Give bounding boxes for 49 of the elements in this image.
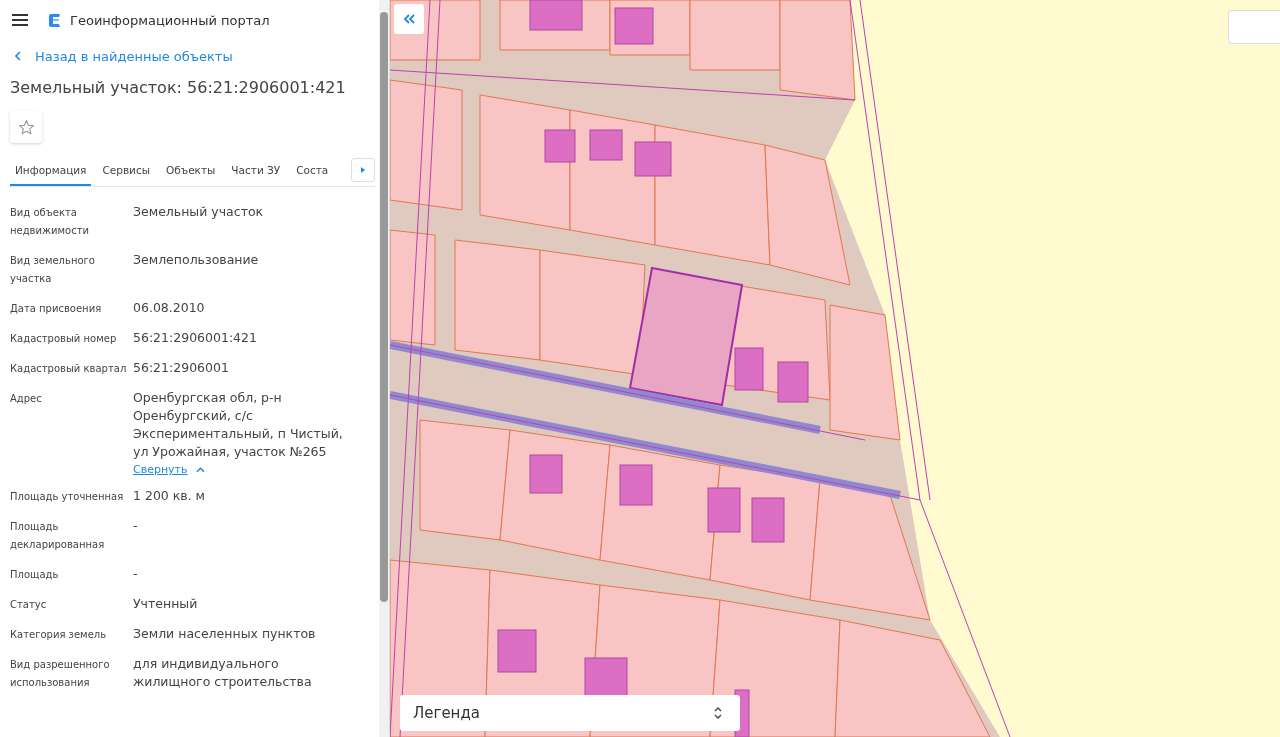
field-value: для индивидуального жилищного строительства [133, 655, 313, 691]
field-value: 56:21:2906001 [133, 359, 229, 377]
field-value: Учтенный [133, 595, 198, 613]
field-label: Категория земель [10, 628, 108, 642]
field-value: Оренбургская обл, р-н Оренбургский, с/с Экспериментальный, п Чистый, ул Урожайная, участок №265 [133, 389, 344, 461]
field-value: 06.08.2010 [133, 299, 205, 317]
field-label: Площадь уточненная [10, 490, 125, 504]
favorite-button[interactable] [10, 111, 42, 143]
field-label: Адрес [10, 392, 43, 406]
field-value: Земельный участок [133, 203, 264, 221]
collapse-link[interactable]: Свернуть [133, 463, 205, 476]
chevron-up-icon [195, 466, 205, 473]
field-value: Земли населенных пунктов [133, 625, 316, 643]
field-value: - [133, 517, 138, 535]
field-value: Землепользование [133, 251, 259, 269]
tabs-scroll-button[interactable] [351, 158, 375, 182]
caret-right-icon [361, 167, 365, 173]
field-value: 56:21:2906001:421 [133, 329, 257, 347]
scrollbar[interactable] [379, 0, 389, 737]
field-value: 1 200 кв. м [133, 487, 206, 505]
map-input-field[interactable] [1228, 10, 1280, 44]
field-label: Статус [10, 598, 48, 612]
legend-select[interactable]: Легенда [400, 695, 740, 731]
back-link[interactable]: Назад в найденные объекты [15, 48, 379, 64]
menu-icon[interactable] [12, 14, 28, 26]
field-label: Вид объекта недвижимости [10, 206, 90, 238]
chevron-left-icon [15, 51, 21, 61]
logo-icon [48, 12, 62, 28]
tab[interactable]: Соста [291, 155, 334, 186]
double-chevron-left-icon [403, 14, 415, 24]
field-label: Кадастровый квартал [10, 362, 128, 376]
object-title: Земельный участок: 56:21:2906001:421 [10, 78, 347, 97]
field-label: Кадастровый номер [10, 332, 118, 346]
field-label: Дата присвоения [10, 302, 103, 316]
star-icon [17, 118, 35, 136]
field-label: Площадь декларированная [10, 520, 106, 552]
field-label: Площадь [10, 568, 60, 582]
app-title: Геоинформационный портал [70, 12, 270, 28]
tab[interactable]: Сервисы [97, 155, 155, 186]
field-label: Вид земельного участка [10, 254, 96, 286]
up-down-chevron-icon [714, 706, 722, 720]
tab[interactable]: Информация [10, 155, 92, 186]
field-value: - [133, 565, 138, 583]
collapse-panel-button[interactable] [394, 4, 424, 34]
cadastral-map-drawing[interactable] [390, 0, 1280, 737]
tab[interactable]: Части ЗУ [226, 155, 286, 186]
field-label: Вид разрешенного использования [10, 658, 111, 690]
tab[interactable]: Объекты [161, 155, 221, 186]
scrollbar-thumb[interactable] [380, 12, 388, 602]
